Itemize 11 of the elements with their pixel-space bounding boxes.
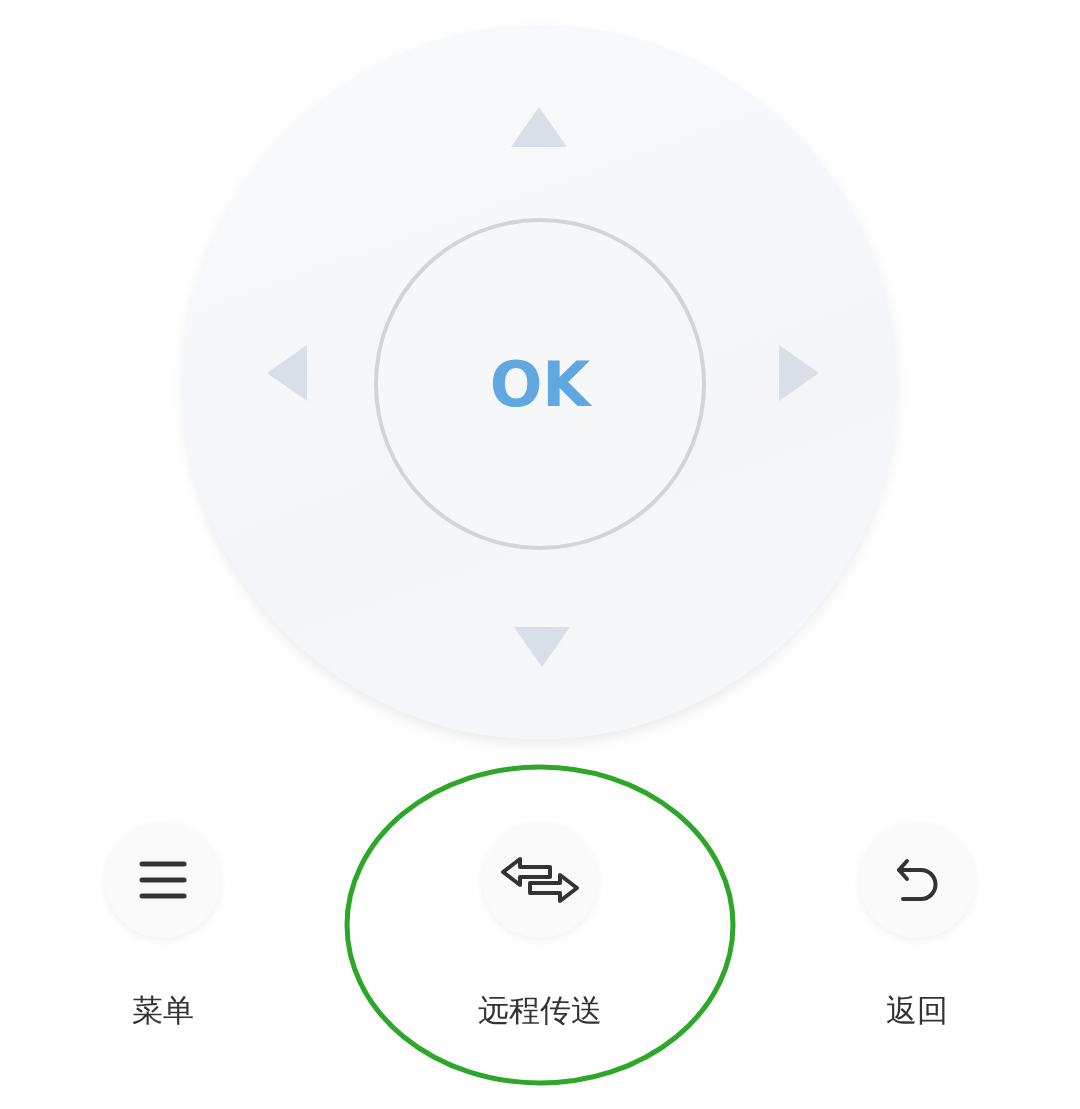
button-label: 菜单 xyxy=(132,991,194,1030)
ok-button[interactable]: OK xyxy=(374,218,706,550)
up-arrow[interactable] xyxy=(509,105,569,149)
swap-arrows-icon xyxy=(500,856,580,904)
button-label: 远程传送 xyxy=(478,991,602,1030)
button-label: 返回 xyxy=(886,991,948,1030)
left-arrow[interactable] xyxy=(265,343,309,403)
right-arrow[interactable] xyxy=(777,343,821,403)
undo-arrow-icon xyxy=(895,857,939,903)
menu-icon xyxy=(139,860,187,900)
down-arrow[interactable] xyxy=(512,625,572,669)
